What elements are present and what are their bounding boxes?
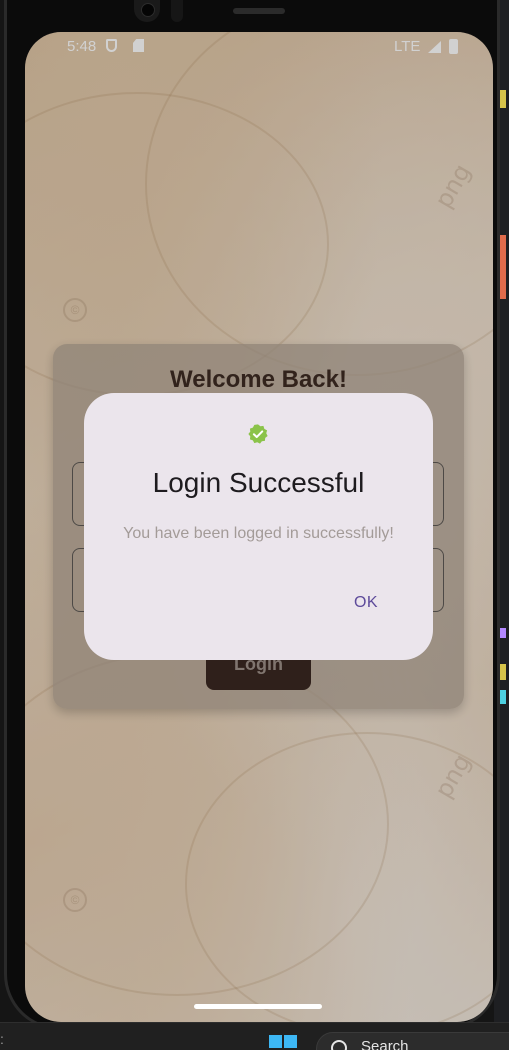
search-label: Search [361, 1038, 409, 1050]
phone-frame: png png © © 5:48 LTE Welcome Back! Login [4, 0, 500, 1030]
earpiece-speaker [233, 8, 285, 14]
home-indicator[interactable] [194, 1004, 322, 1009]
emulator-stage: png png © © 5:48 LTE Welcome Back! Login [0, 0, 509, 1050]
camera-icon [134, 0, 160, 22]
verified-check-icon [248, 424, 268, 444]
windows-taskbar: : Search [0, 1022, 509, 1050]
dialog-title: Login Successful [152, 467, 365, 498]
windows-start-icon[interactable] [269, 1035, 297, 1050]
sensor-icon [171, 0, 183, 22]
search-icon [331, 1040, 347, 1050]
dialog-message: You have been logged in successfully! [123, 525, 394, 542]
taskbar-overflow-icon[interactable]: : [0, 1031, 4, 1047]
login-success-dialog: Login Successful You have been logged in… [84, 393, 433, 660]
ok-button[interactable]: OK [342, 585, 390, 621]
phone-screen: png png © © 5:48 LTE Welcome Back! Login [25, 32, 493, 1022]
taskbar-search-box[interactable]: Search [316, 1032, 509, 1050]
